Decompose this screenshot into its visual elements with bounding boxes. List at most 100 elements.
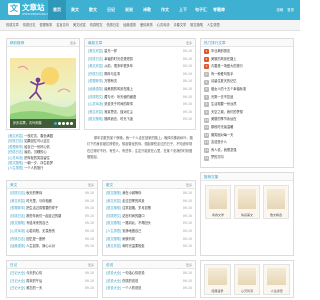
nav-item[interactable]: 诗歌 xyxy=(138,0,156,20)
item-title[interactable]: 美丽的风景在路上 xyxy=(211,56,290,64)
more-link[interactable]: 更多 xyxy=(88,263,94,267)
item-title[interactable]: 一路向北，不再回头 xyxy=(122,220,180,228)
item-title[interactable]: 和时光温柔相处 xyxy=(122,243,180,251)
item-title[interactable]: 秋天的等待 xyxy=(26,190,82,198)
item-title[interactable]: 美丽的季节永远在 xyxy=(211,116,290,124)
list-item[interactable]: [情感短文] 藏与光：听天使的细语 09-10 xyxy=(88,94,192,102)
slide-dot[interactable] xyxy=(62,122,65,125)
item-title[interactable]: 生活需要一份淡然 xyxy=(211,101,290,109)
item-title[interactable]: 时光里，与你相遇 xyxy=(26,198,82,206)
nav-item[interactable]: 首页 xyxy=(48,0,66,20)
book-card[interactable]: 散文精选 xyxy=(263,185,289,219)
item-category[interactable]: [美文欣赏] xyxy=(10,198,25,206)
item-category[interactable]: [日记大全] xyxy=(10,285,25,293)
item-title[interactable]: 把生活过成想要的样子 xyxy=(26,205,82,213)
item-category[interactable]: [散文随笔] xyxy=(10,220,25,228)
nav-item[interactable]: 美文 xyxy=(66,0,84,20)
item-category[interactable]: [散文随笔] xyxy=(88,116,103,124)
item-category[interactable]: [哲理故事] xyxy=(88,78,103,86)
nav-item[interactable]: 上下 xyxy=(174,0,192,20)
item-title[interactable]: 梦的方向 xyxy=(211,154,290,162)
item-category[interactable]: [经典语录] xyxy=(10,243,25,251)
subnav-item[interactable]: 心灵鸡汤 xyxy=(157,20,170,30)
item-title[interactable]: 周末的午后 xyxy=(26,278,82,286)
list-item[interactable]: [日记大全] 周末的午后 09-10 xyxy=(10,278,94,286)
item-category[interactable]: [美文欣赏] xyxy=(106,198,121,206)
item-category[interactable]: [说说大全] xyxy=(106,270,121,278)
subnav-item[interactable]: 情感短文 xyxy=(90,20,103,30)
nav-item[interactable]: 句子汇 xyxy=(192,0,210,20)
nav-item[interactable]: 考题库 xyxy=(210,0,228,20)
list-item[interactable]: [美文欣赏] 星光一样 09-10 xyxy=(88,48,192,56)
item-title[interactable]: 回忆是一座桥 xyxy=(26,236,82,244)
ranking-item[interactable]: 13 友谊是什么 xyxy=(204,139,290,147)
more-link[interactable]: 更多 xyxy=(186,263,192,267)
book-title[interactable]: 散文精选 xyxy=(264,213,288,217)
nav-item[interactable]: 说说 xyxy=(120,0,138,20)
item-category[interactable]: [美文欣赏] xyxy=(88,48,103,56)
item-title[interactable]: 天空之城，我们的梦想 xyxy=(211,109,290,117)
list-item[interactable]: [人生感悟] 安静地做自己 09-10 xyxy=(106,228,192,236)
item-title[interactable]: 幸福的时光总是短暂 xyxy=(104,56,180,64)
item-category[interactable]: [散文随笔] xyxy=(106,205,121,213)
ranking-item[interactable]: 9 天空之城，我们的梦想 xyxy=(204,109,290,117)
item-category[interactable]: [情感短文] xyxy=(106,213,121,221)
item-category[interactable]: [美文欣赏] xyxy=(88,109,103,117)
subnav-item[interactable]: 经典语录 xyxy=(123,20,136,30)
slide-dot[interactable] xyxy=(70,122,73,125)
book-card[interactable]: 青春文学 xyxy=(205,185,231,219)
item-category[interactable]: [情感日志] xyxy=(10,213,25,221)
book-card[interactable]: 情感美文 xyxy=(234,185,260,219)
nav-item[interactable]: 作文 xyxy=(156,0,174,20)
item-title[interactable]: 一句话心情说说 xyxy=(122,270,180,278)
ranking-item[interactable]: 11 那段时光最温暖 xyxy=(204,124,290,132)
subnav-item[interactable]: 人生感悟 xyxy=(207,20,220,30)
slide-dot[interactable] xyxy=(66,122,69,125)
item-category[interactable]: [情感短文] xyxy=(88,94,103,102)
item-title[interactable]: 一个人的说说 xyxy=(122,285,180,293)
book-title[interactable]: 心灵鸡汤 xyxy=(235,289,260,293)
more-link[interactable]: 更多 xyxy=(186,183,192,187)
book-title[interactable]: 情感美文 xyxy=(235,213,259,217)
more-link[interactable]: 更多 xyxy=(186,41,192,45)
nav-item[interactable]: 日记 xyxy=(102,0,120,20)
list-item[interactable]: [经典语录] 人生如茶，静心以对 09-10 xyxy=(10,243,94,251)
item-category[interactable]: [情感日志] xyxy=(88,56,103,64)
ranking-item[interactable]: 10 美丽的季节永远在 xyxy=(204,116,290,124)
ranking-item[interactable]: 4 有一种爱叫放手 xyxy=(204,71,290,79)
list-item[interactable]: [哲理故事] 万物有灵 09-10 xyxy=(88,78,192,86)
item-category[interactable]: [散文随笔] xyxy=(106,220,121,228)
more-link[interactable]: 更多 xyxy=(88,183,94,187)
subnav-item[interactable]: 情感文章 xyxy=(6,20,19,30)
list-item[interactable]: [伤感日志] 隔年与往事 09-10 xyxy=(88,71,192,79)
item-category[interactable]: [美文欣赏] xyxy=(106,243,121,251)
subnav-item[interactable]: 伤感日志 xyxy=(107,20,120,30)
list-item[interactable]: [情感日志] 那些年我们一起走过的路 09-10 xyxy=(10,213,94,221)
ranking-item[interactable]: 14 有人说，我很坚强 xyxy=(204,147,290,155)
list-item[interactable]: [伤感日志] 回忆是一座桥 09-10 xyxy=(10,236,94,244)
item-category[interactable]: [伤感日志] xyxy=(10,236,25,244)
item-category[interactable]: [哲理故事] xyxy=(10,205,25,213)
ranking-item[interactable]: 8 生活需要一份淡然 xyxy=(204,101,290,109)
featured-slide[interactable]: 步步高菁，青叶闲泰 xyxy=(10,58,76,128)
list-item[interactable]: [美文欣赏] 走过四季的风景 09-10 xyxy=(106,198,192,206)
item-title[interactable]: 最美丽的风景在路上 xyxy=(104,86,180,94)
ranking-item[interactable]: 12 微笑面对每一天 xyxy=(204,132,290,140)
subnav-item[interactable]: 情感日志 xyxy=(23,20,36,30)
item-category[interactable]: [人生感悟] xyxy=(106,228,121,236)
list-item[interactable]: [散文随笔] 雨夜听风 09-10 xyxy=(106,236,192,244)
item-title[interactable]: 我在小城等你 xyxy=(122,190,180,198)
item-title[interactable]: 隔年与往事 xyxy=(104,71,180,79)
list-item[interactable]: [哲理故事] 把生活过成想要的样子 09-10 xyxy=(10,205,94,213)
site-logo[interactable]: 文文章站 WWW.WENZHANG.COM xyxy=(8,3,53,16)
book-title[interactable]: 经典语录 xyxy=(205,289,230,293)
list-item[interactable]: [散文随笔] 我在小城等你 09-10 xyxy=(106,190,192,198)
item-category[interactable]: [美文欣赏] xyxy=(88,63,103,71)
item-category[interactable]: [散文随笔] xyxy=(106,236,121,244)
item-title[interactable]: 青春是一场盛大的旅行 xyxy=(211,63,290,71)
item-title[interactable]: 万物有灵 xyxy=(104,78,180,86)
item-title[interactable]: 走过四季的风景 xyxy=(122,198,180,206)
subnav-item[interactable]: 散文随笔 xyxy=(190,20,203,30)
book-title[interactable]: 青春文学 xyxy=(206,213,230,217)
more-link[interactable]: 更多 xyxy=(70,41,76,45)
